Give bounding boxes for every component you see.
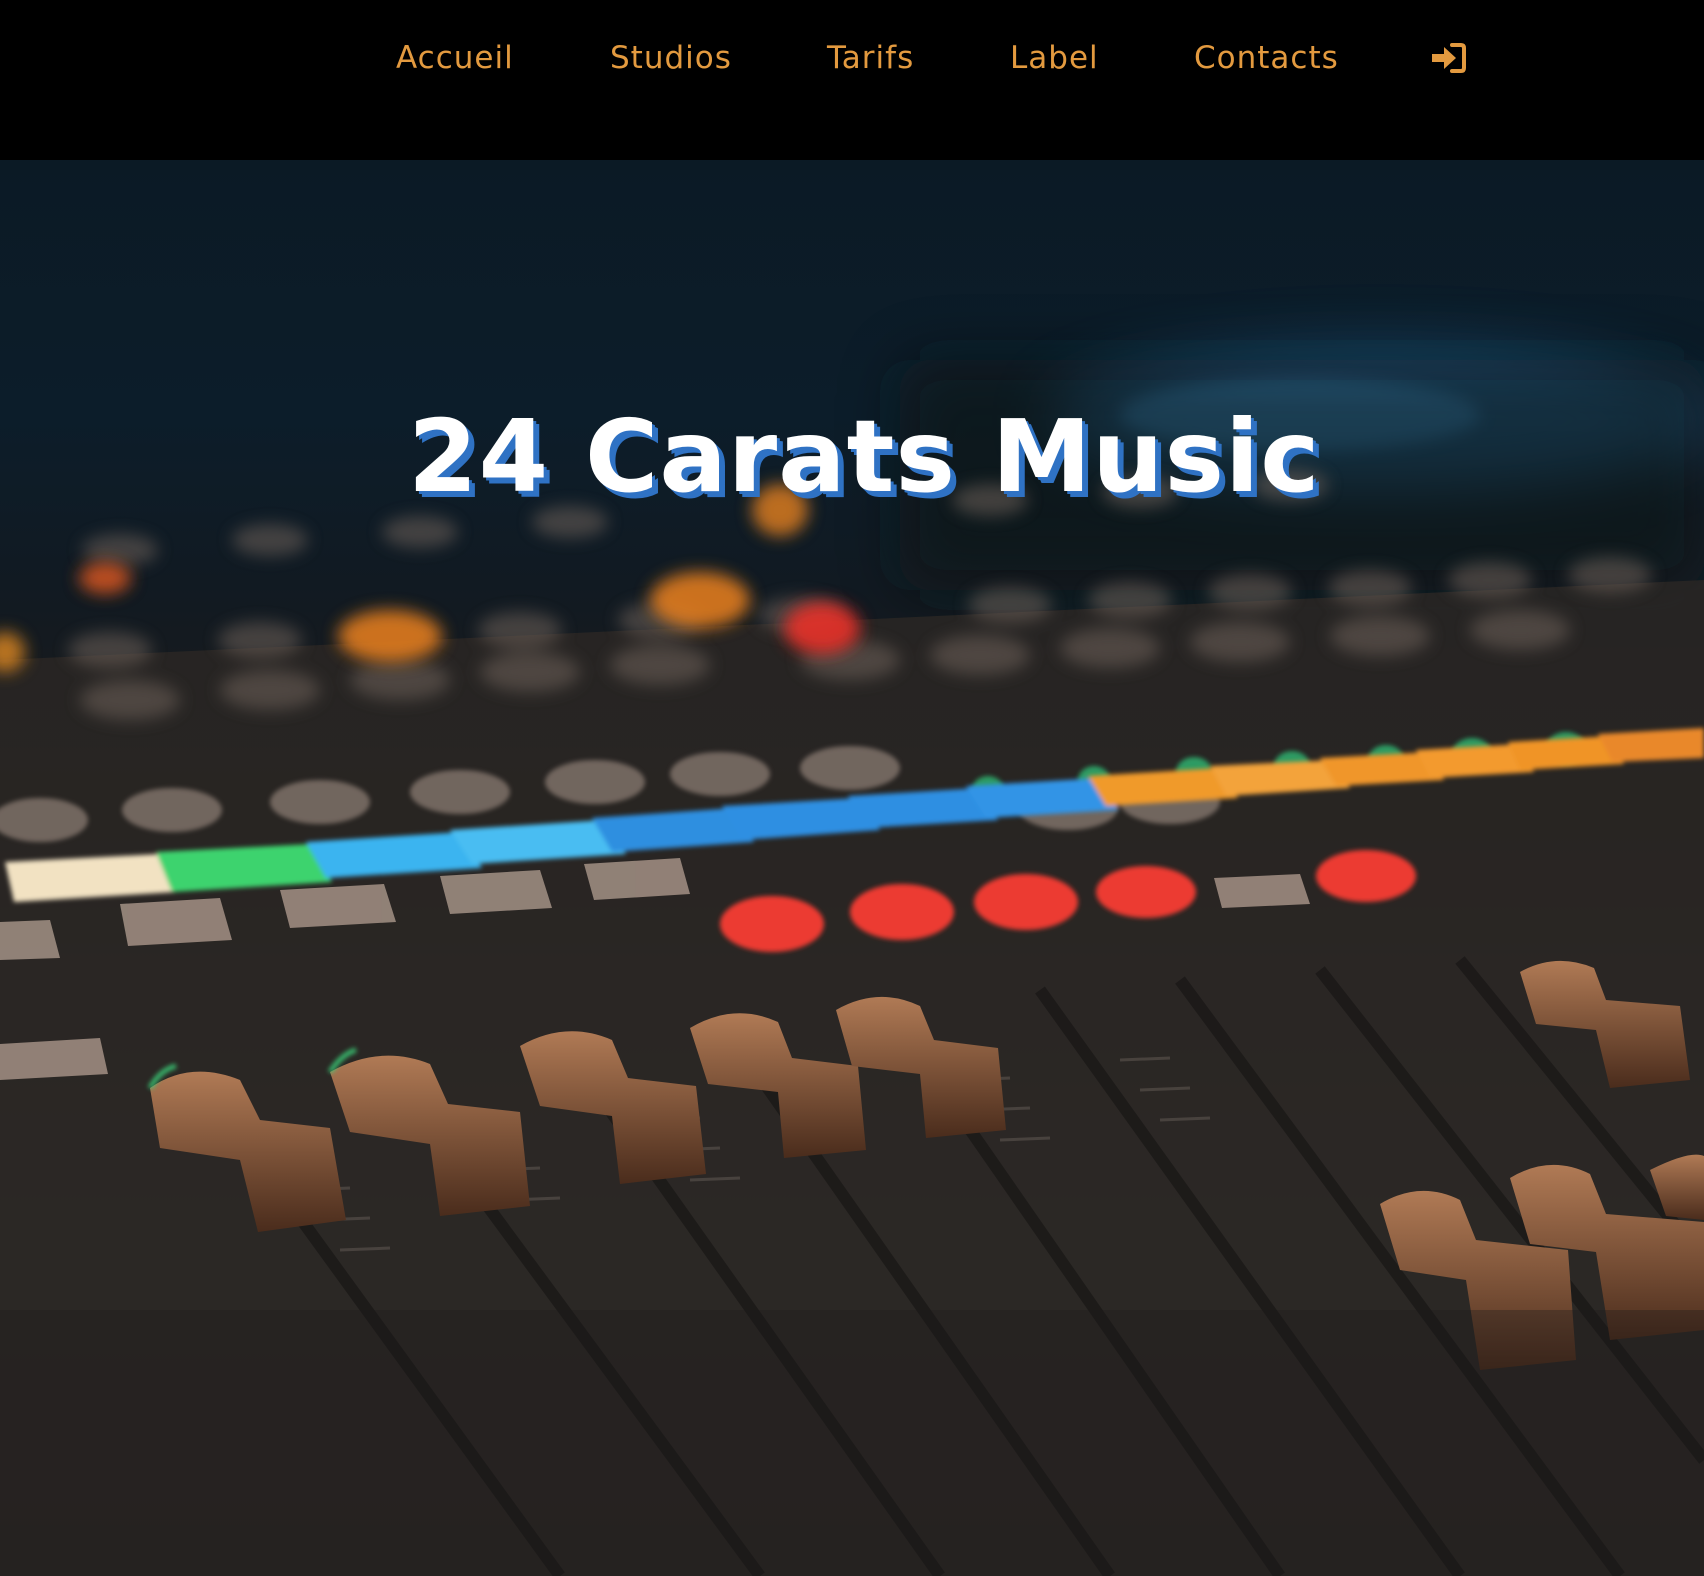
- nav-link-studios[interactable]: Studios: [610, 40, 732, 76]
- page: Accueil Studios Tarifs Label Contacts 24…: [0, 0, 1704, 1576]
- sign-in-icon[interactable]: [1430, 42, 1466, 74]
- hero-title: 24 Carats Music: [408, 398, 1321, 515]
- nav-link-tarifs[interactable]: Tarifs: [827, 40, 914, 76]
- mixing-console-background: [0, 350, 1704, 1576]
- hero-banner: 24 Carats Music: [0, 160, 1704, 1576]
- nav-link-accueil[interactable]: Accueil: [396, 40, 514, 76]
- nav-link-contacts[interactable]: Contacts: [1194, 40, 1339, 76]
- nav-link-label[interactable]: Label: [1010, 40, 1099, 76]
- top-navigation: Accueil Studios Tarifs Label Contacts: [0, 0, 1704, 160]
